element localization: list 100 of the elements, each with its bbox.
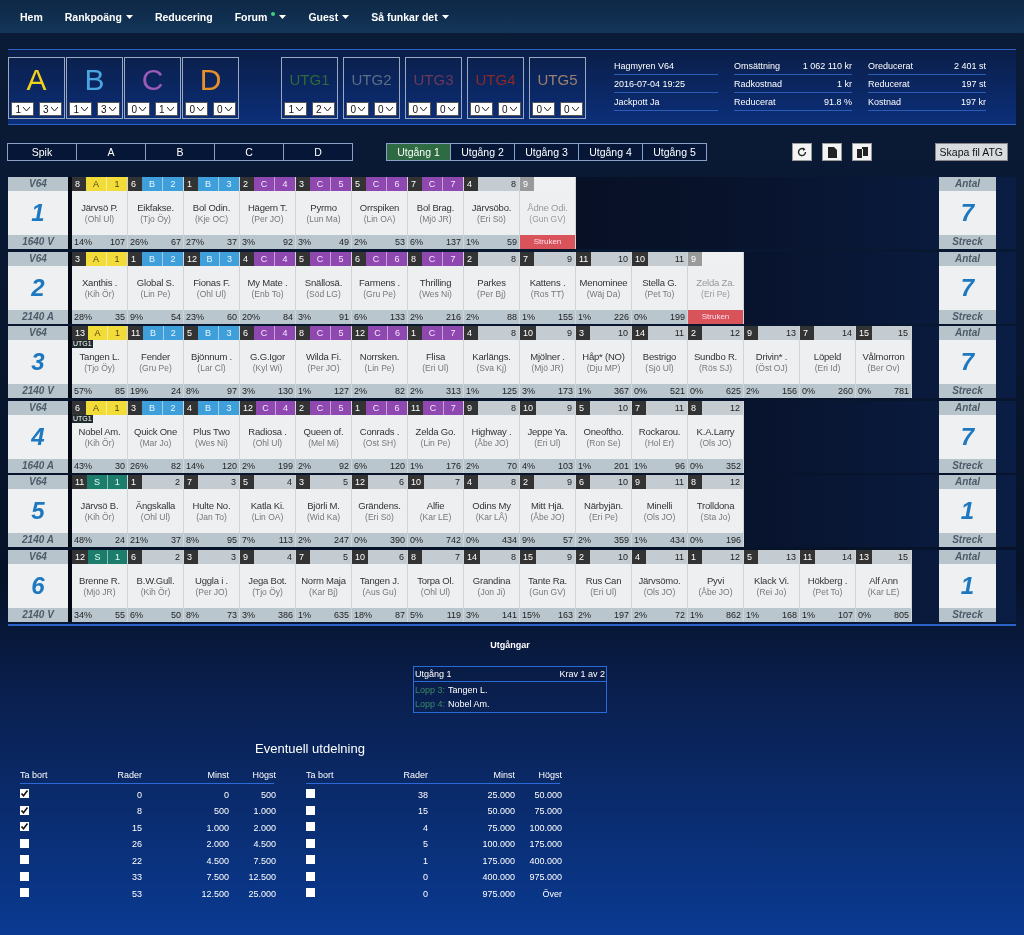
remove-checkbox[interactable] [20,822,29,832]
number-dropdown[interactable]: 0 [408,102,431,116]
number-dropdown[interactable]: 1 [284,102,307,116]
horse-name: Odins My [472,500,511,511]
rank-number: 11 [673,550,685,564]
table-cell-text: 4.500 [205,855,229,866]
info-value: 1 kr [837,78,852,89]
caret-icon [166,107,174,111]
group-tag: B [142,400,162,415]
nav-menu-item[interactable]: Så funkar det [371,10,449,23]
horse-name: Pyvi [706,574,725,586]
horse-name: Karlängs. [472,351,511,362]
group-tag: A [86,251,106,266]
copy-icon[interactable] [852,143,872,161]
remove-checkbox[interactable] [306,822,315,832]
horse-name: Björli M. [307,500,340,511]
horse-name: Grandina [472,574,511,586]
driver-name: (Ohl Ul) [196,288,227,299]
remove-checkbox[interactable] [20,855,29,865]
number-dropdown[interactable]: 3 [97,102,120,116]
number-dropdown[interactable]: 0 [436,102,459,116]
filter-tab[interactable]: Spik [7,143,77,161]
remove-checkbox[interactable] [20,871,29,881]
number-dropdown[interactable]: 0 [498,102,521,116]
number-dropdown[interactable]: 0 [560,102,583,116]
filter-tab[interactable]: D [283,143,353,161]
number-dropdown[interactable]: 1 [155,102,178,116]
number-dropdown[interactable]: 0 [532,102,555,116]
filter-tab[interactable]: B [145,143,215,161]
rank-number: 8 [510,178,517,191]
caret-icon [81,107,88,111]
horse-name: Fionas F. [193,276,230,288]
start-number: 8 [72,177,86,191]
outcome-tab[interactable]: Utgång 5 [642,143,707,161]
driver-name: (Ohl Ul) [252,437,283,448]
points-value: 107 [109,236,125,249]
start-number: 11 [72,475,88,489]
nav-menu-item[interactable]: Rankpoäng [64,10,133,23]
percent-value: 1% [578,385,591,398]
outcome-tab[interactable]: Utgång 2 [450,143,515,161]
number-dropdown[interactable]: 0 [213,102,236,116]
number-dropdown[interactable]: 1 [11,102,34,116]
remove-checkbox[interactable] [306,871,315,881]
horse-name: Bestrigo [642,351,677,362]
group-letter: B [84,62,105,98]
percent-value: 2% [578,534,591,547]
table-cell-text: 1 [422,855,428,866]
number-dropdown[interactable]: 3 [39,102,62,116]
table-cell-text: 50.000 [533,789,562,800]
outcome-tab[interactable]: Utgång 1 [386,143,451,161]
filter-tab[interactable]: A [76,143,146,161]
refresh-icon[interactable] [792,143,812,161]
document-icon[interactable] [822,143,842,161]
caret-icon [296,107,303,111]
number-dropdown[interactable]: 0 [470,102,493,116]
driver-name: (Aus Gu) [362,586,397,597]
start-number: 5 [352,177,366,191]
rank-number: 3 [218,326,239,340]
number-dropdown[interactable]: 1 [69,102,92,116]
remove-checkbox[interactable] [20,789,29,799]
nav-menu-item[interactable]: Guest [308,10,350,23]
group-tag: C [366,177,386,191]
number-dropdown[interactable]: 0 [374,102,397,116]
points-value: 201 [613,459,629,473]
nav-menu-item[interactable]: Hem [20,10,43,23]
horse-name: Drivin* . [755,351,788,362]
percent-value: 8% [186,385,199,398]
remove-checkbox[interactable] [20,838,29,848]
number-dropdown[interactable]: 0 [185,102,208,116]
remove-checkbox[interactable] [20,805,29,815]
percent-value: 2% [354,236,367,249]
rank-number: 13 [785,327,797,340]
nav-menu-item[interactable]: Forum [234,10,287,23]
number-dropdown[interactable]: 0 [127,102,150,116]
horse-name: Minelli [646,500,673,511]
group-tag: C [254,251,274,266]
nav-menu-item[interactable]: Reducering [154,10,213,23]
start-number: 8 [408,251,422,266]
number-dropdown[interactable]: 0 [346,102,369,116]
outcome-label: UTG1 [289,70,330,90]
table-cell-text: 25.000 [486,789,515,800]
rank-number: 7 [442,400,463,415]
number-dropdown[interactable]: 2 [312,102,335,116]
outcome-tab[interactable]: Utgång 4 [578,143,643,161]
outcome-tab[interactable]: Utgång 3 [514,143,579,161]
remove-checkbox[interactable] [306,789,315,799]
remove-checkbox[interactable] [306,838,315,848]
table-cell-text: 25.000 [247,888,276,899]
start-number: 4 [464,475,478,489]
remove-checkbox[interactable] [20,888,29,898]
start-number: 1 [352,400,366,415]
group-tag: B [198,326,218,340]
rank-number: 10 [617,401,629,415]
filter-tab[interactable]: C [214,143,284,161]
create-file-button[interactable]: Skapa fil ATG [934,143,1008,161]
remove-checkbox[interactable] [306,888,315,898]
start-number: 2 [296,400,310,415]
remove-checkbox[interactable] [306,805,315,815]
remove-checkbox[interactable] [306,855,315,865]
rank-number: 10 [617,476,629,489]
